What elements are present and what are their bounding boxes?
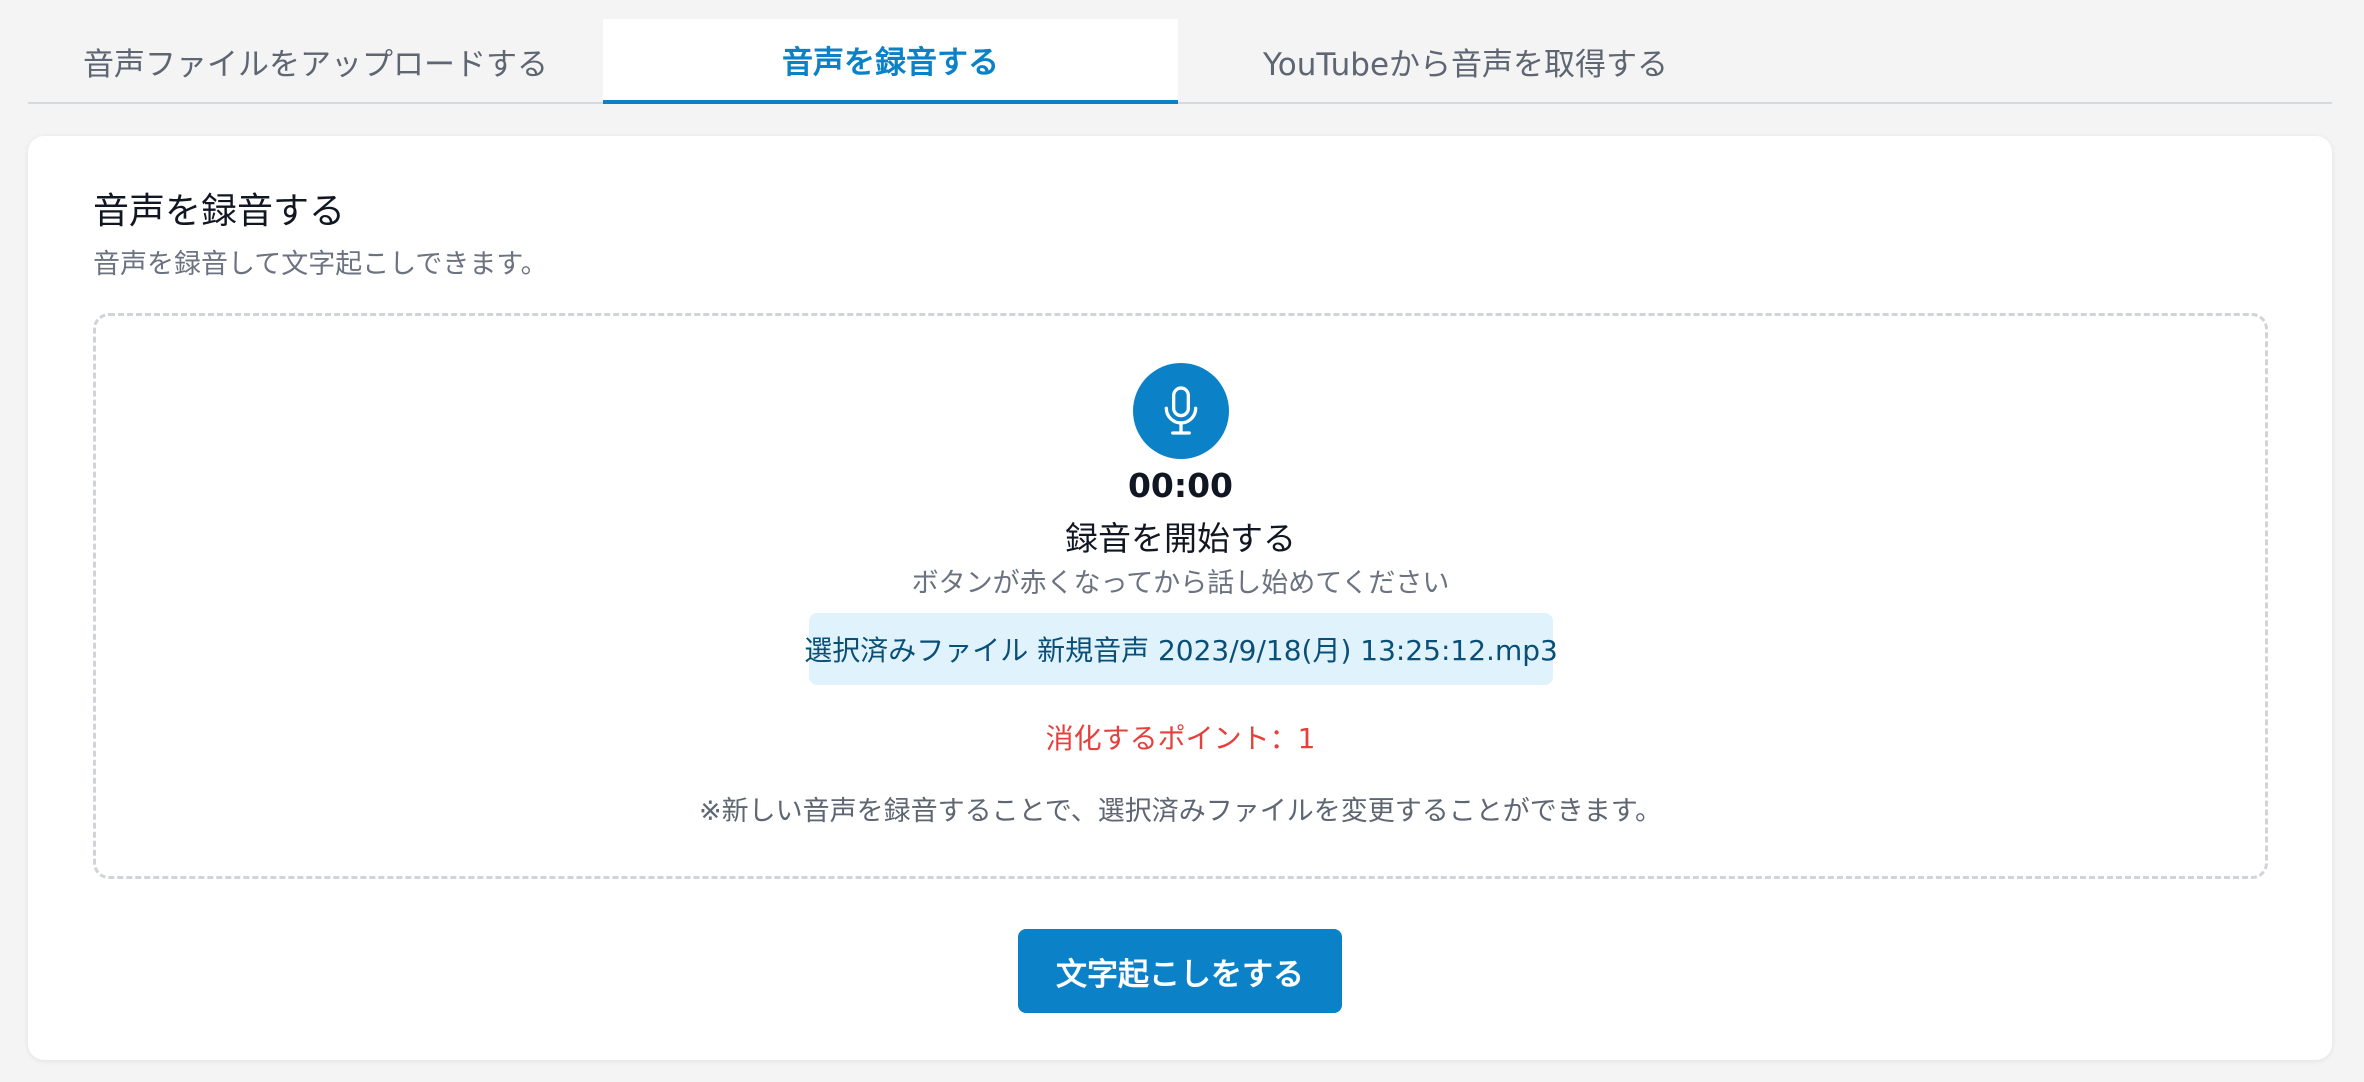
recording-area: 00:00 録音を開始する ボタンが赤くなってから話し始めてください 選択済みフ… [93,313,2268,879]
recording-timer: 00:00 [1127,466,1234,505]
replace-file-note: ※新しい音声を録音することで、選択済みファイルを変更することができます。 [698,796,1663,827]
tab-record-audio[interactable]: 音声を録音する [603,19,1178,104]
points-cost: 消化するポイント：1 [1045,722,1316,755]
recording-hint: ボタンが赤くなってから話し始めてください [911,568,1450,599]
selected-file-badge: 選択済みファイル 新規音声 2023/9/18(月) 13:25:12.mp3 [804,613,1558,685]
card-subtitle: 音声を録音して文字起こしできます。 [93,249,548,280]
record-button[interactable] [1133,363,1229,459]
start-recording-label: 録音を開始する [1065,519,1296,558]
tab-bar: 音声ファイルをアップロードする 音声を録音する YouTubeから音声を取得する [28,19,2332,104]
transcribe-button[interactable]: 文字起こしをする [1018,929,1342,1013]
tab-youtube-audio[interactable]: YouTubeから音声を取得する [1178,19,1753,104]
tab-upload-file[interactable]: 音声ファイルをアップロードする [28,19,603,104]
microphone-icon [1164,386,1198,435]
card-title: 音声を録音する [93,191,346,232]
record-card: 音声を録音する 音声を録音して文字起こしできます。 00:00 録音を開始する … [28,136,2332,1060]
